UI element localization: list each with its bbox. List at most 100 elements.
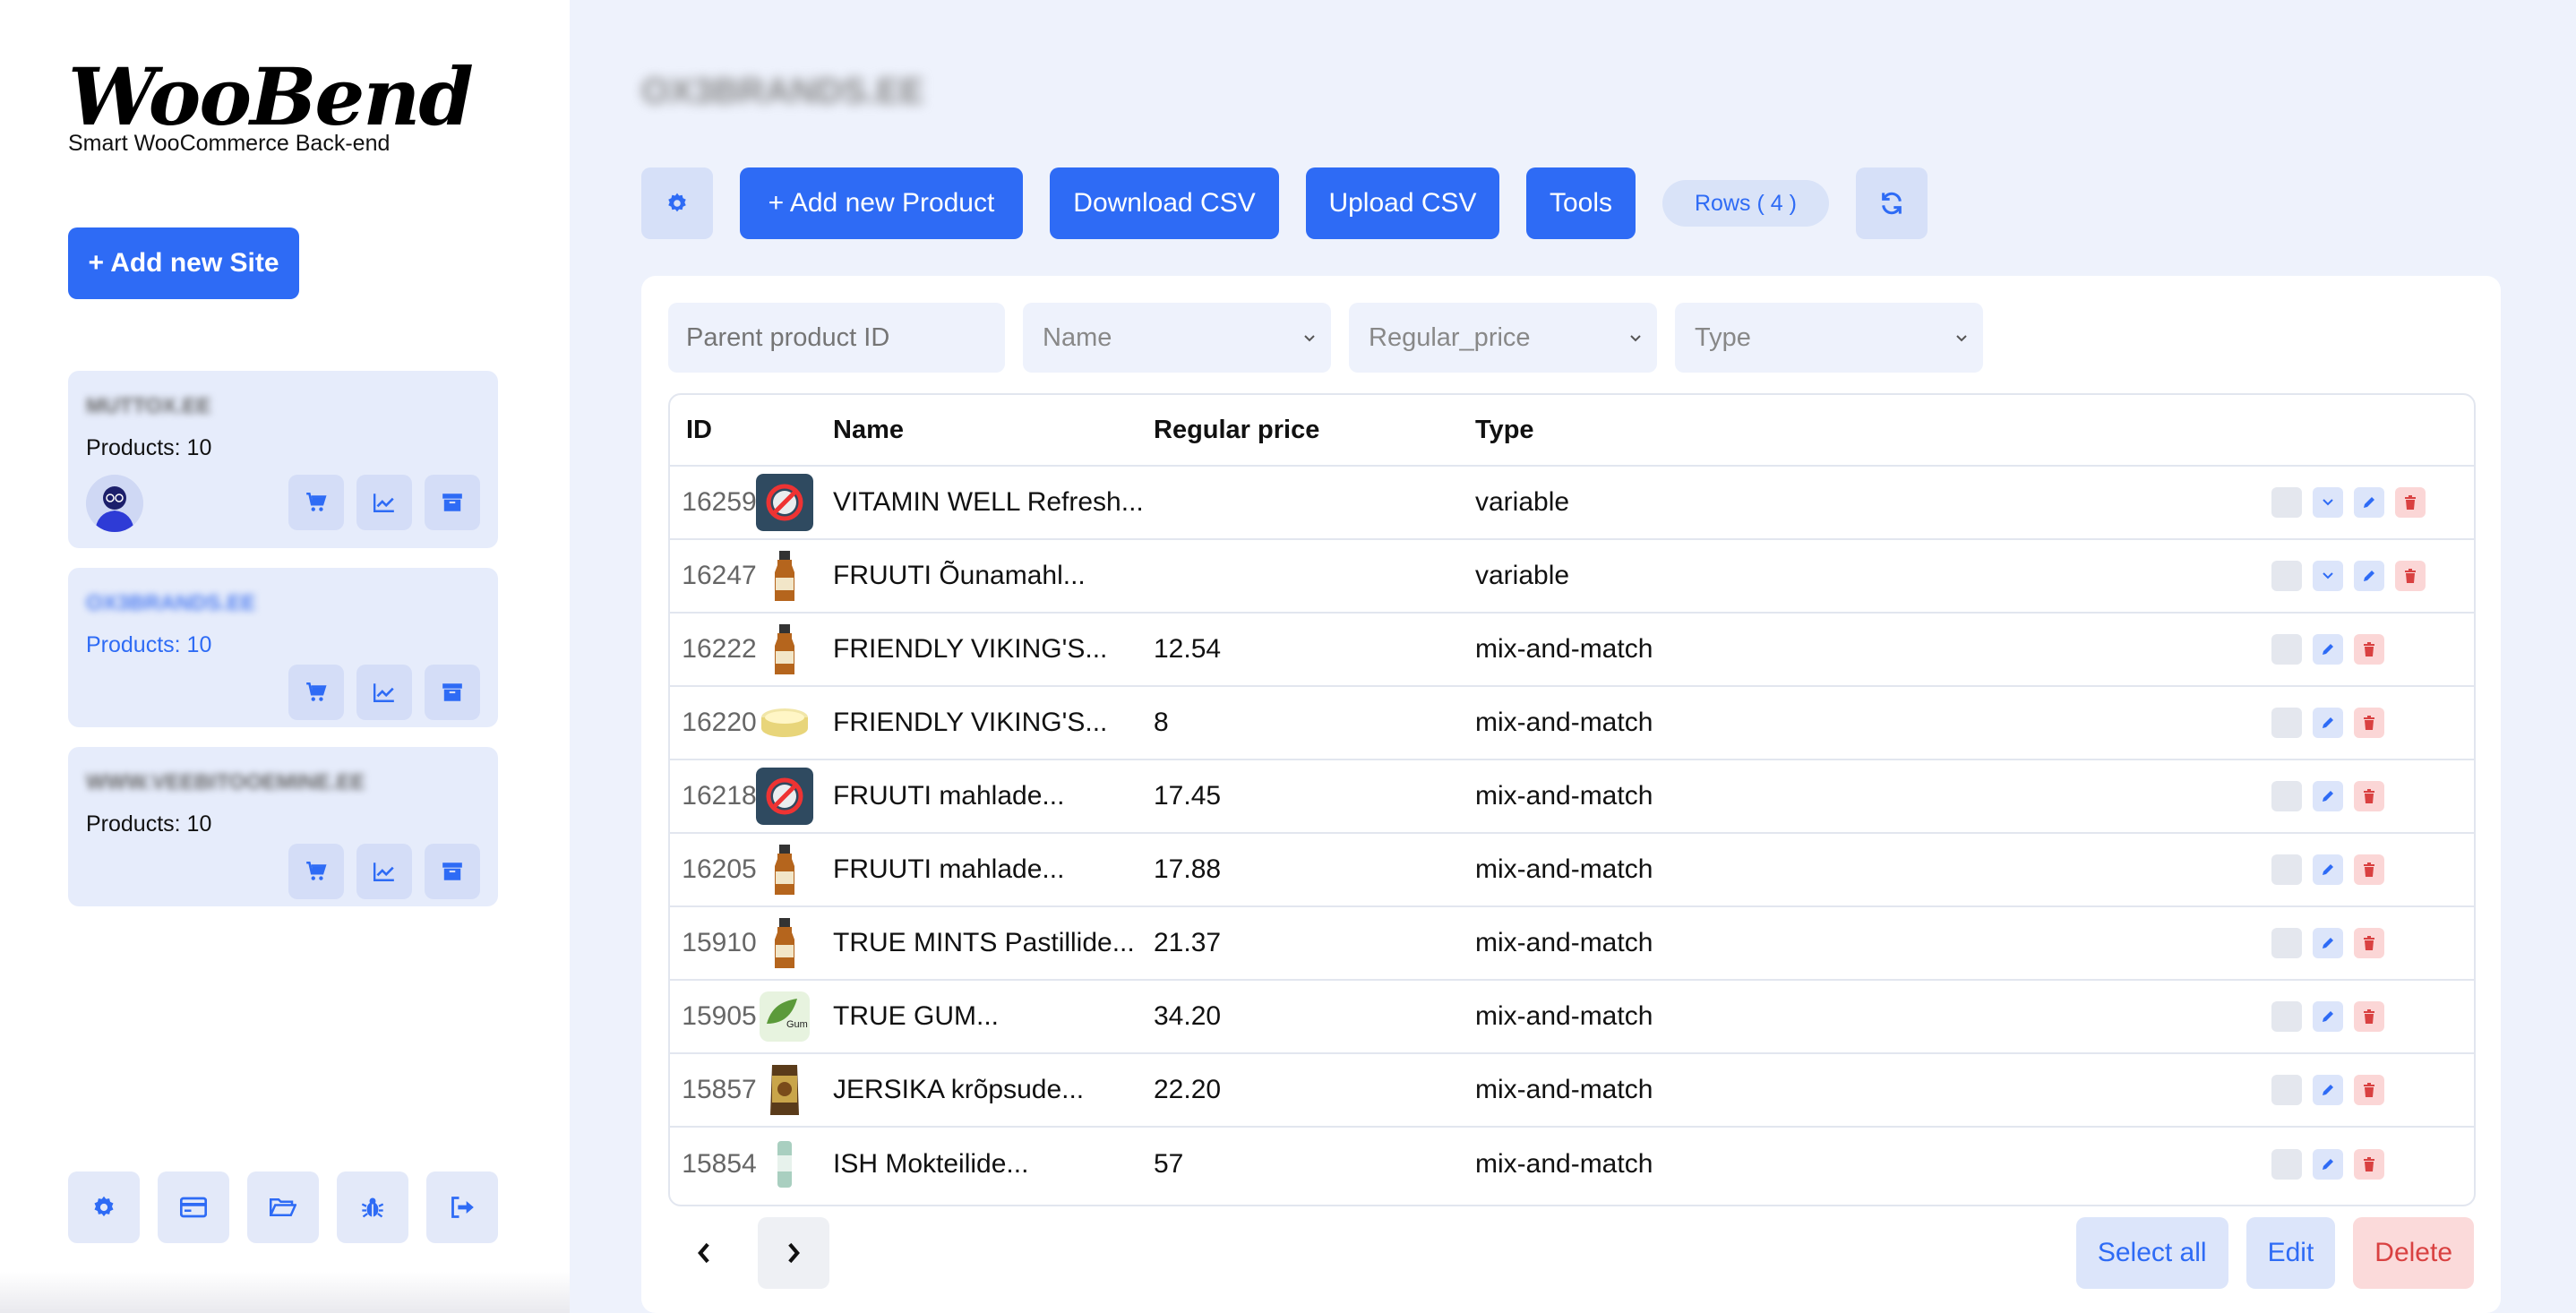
credit-card-icon[interactable]: [158, 1171, 229, 1243]
delete-row-button[interactable]: [2354, 854, 2384, 885]
table-row[interactable]: 16218 FRUUTI mahlade... 17.45 mix-and-ma…: [670, 760, 2474, 834]
expand-variations-button[interactable]: [2313, 487, 2343, 518]
archive-icon[interactable]: [425, 844, 480, 899]
edit-row-button[interactable]: [2354, 561, 2384, 591]
row-checkbox[interactable]: [2271, 634, 2302, 665]
edit-row-button[interactable]: [2313, 928, 2343, 958]
table-row[interactable]: 15910 TRUE MINTS Pastillide... 21.37 mix…: [670, 907, 2474, 981]
edit-row-button[interactable]: [2354, 487, 2384, 518]
row-checkbox[interactable]: [2271, 561, 2302, 591]
delete-row-button[interactable]: [2354, 708, 2384, 738]
bulk-edit-button[interactable]: Edit: [2245, 1217, 2336, 1289]
cell-price[interactable]: 12.54: [1154, 634, 1221, 665]
download-csv-button[interactable]: Download CSV: [1050, 167, 1279, 239]
cell-name[interactable]: TRUE MINTS Pastillide...: [833, 928, 1135, 958]
row-checkbox[interactable]: [2271, 487, 2302, 518]
row-checkbox[interactable]: [2271, 781, 2302, 811]
add-site-button[interactable]: + Add new Site: [68, 227, 299, 299]
delete-row-button[interactable]: [2395, 487, 2426, 518]
row-checkbox[interactable]: [2271, 708, 2302, 738]
row-actions: [2271, 1149, 2384, 1180]
delete-row-button[interactable]: [2354, 928, 2384, 958]
rows-per-page-badge[interactable]: Rows ( 4 ): [1662, 180, 1829, 227]
edit-row-button[interactable]: [2313, 708, 2343, 738]
column-header-name[interactable]: Name: [833, 416, 904, 445]
gear-icon[interactable]: [68, 1171, 140, 1243]
previous-page-button[interactable]: [668, 1217, 740, 1289]
delete-row-button[interactable]: [2354, 781, 2384, 811]
upload-csv-button[interactable]: Upload CSV: [1306, 167, 1499, 239]
edit-row-button[interactable]: [2313, 1075, 2343, 1105]
table-row[interactable]: 16220 FRIENDLY VIKING'S... 8 mix-and-mat…: [670, 687, 2474, 760]
row-checkbox[interactable]: [2271, 1149, 2302, 1180]
edit-row-button[interactable]: [2313, 781, 2343, 811]
column-header-type[interactable]: Type: [1475, 416, 1534, 445]
edit-row-button[interactable]: [2313, 634, 2343, 665]
table-row[interactable]: 16247 FRUUTI Õunamahl... variable: [670, 540, 2474, 614]
delete-row-button[interactable]: [2354, 634, 2384, 665]
chart-line-icon[interactable]: [356, 844, 412, 899]
row-checkbox[interactable]: [2271, 1075, 2302, 1105]
cell-price[interactable]: 34.20: [1154, 1001, 1221, 1032]
cell-price[interactable]: 57: [1154, 1149, 1183, 1180]
cell-name[interactable]: FRIENDLY VIKING'S...: [833, 634, 1107, 665]
column-header-price[interactable]: Regular price: [1154, 416, 1319, 445]
column-header-id[interactable]: ID: [686, 416, 712, 445]
settings-button[interactable]: [641, 167, 713, 239]
cell-name[interactable]: JERSIKA krõpsude...: [833, 1075, 1084, 1105]
delete-row-button[interactable]: [2354, 1075, 2384, 1105]
cell-name[interactable]: FRUUTI Õunamahl...: [833, 561, 1086, 591]
name-filter-select[interactable]: Name: [1023, 303, 1331, 373]
site-card[interactable]: MUTTOX.EE Products: 10: [68, 371, 498, 548]
folder-open-icon[interactable]: [247, 1171, 319, 1243]
tools-button[interactable]: Tools: [1526, 167, 1636, 239]
cell-name[interactable]: FRUUTI mahlade...: [833, 854, 1064, 885]
cart-icon[interactable]: [288, 844, 344, 899]
row-checkbox[interactable]: [2271, 1001, 2302, 1032]
cell-name[interactable]: ISH Mokteilide...: [833, 1149, 1028, 1180]
cell-name[interactable]: VITAMIN WELL Refresh...: [833, 487, 1144, 518]
table-row[interactable]: 16222 FRIENDLY VIKING'S... 12.54 mix-and…: [670, 614, 2474, 687]
logout-icon[interactable]: [426, 1171, 498, 1243]
add-product-button[interactable]: + Add new Product: [740, 167, 1023, 239]
expand-variations-button[interactable]: [2313, 561, 2343, 591]
cell-price[interactable]: 8: [1154, 708, 1169, 738]
delete-row-button[interactable]: [2395, 561, 2426, 591]
refresh-button[interactable]: [1855, 167, 1928, 239]
cart-icon[interactable]: [288, 665, 344, 720]
edit-row-button[interactable]: [2313, 1149, 2343, 1180]
cell-price[interactable]: 21.37: [1154, 928, 1221, 958]
chevron-left-icon: [698, 1242, 709, 1264]
parent-id-input[interactable]: [668, 303, 1005, 373]
select-all-button[interactable]: Select all: [2075, 1217, 2228, 1289]
archive-icon[interactable]: [425, 475, 480, 530]
table-row[interactable]: 15854 ISH Mokteilide... 57 mix-and-match: [670, 1128, 2474, 1201]
edit-row-button[interactable]: [2313, 1001, 2343, 1032]
price-filter-select[interactable]: Regular_price: [1349, 303, 1657, 373]
delete-row-button[interactable]: [2354, 1001, 2384, 1032]
bug-icon[interactable]: [337, 1171, 408, 1243]
chart-line-icon[interactable]: [356, 475, 412, 530]
site-card[interactable]: OX3BRANDS.EE Products: 10: [68, 568, 498, 727]
site-card[interactable]: WWW.VEEBITOOEMINE.EE Products: 10: [68, 747, 498, 906]
row-checkbox[interactable]: [2271, 928, 2302, 958]
delete-row-button[interactable]: [2354, 1149, 2384, 1180]
cell-name[interactable]: FRIENDLY VIKING'S...: [833, 708, 1107, 738]
cart-icon[interactable]: [288, 475, 344, 530]
table-row[interactable]: 15857 JERSIKA krõpsude... 22.20 mix-and-…: [670, 1054, 2474, 1128]
bulk-delete-button[interactable]: Delete: [2353, 1217, 2474, 1289]
cell-price[interactable]: 17.45: [1154, 781, 1221, 811]
cell-price[interactable]: 17.88: [1154, 854, 1221, 885]
edit-row-button[interactable]: [2313, 854, 2343, 885]
cell-price[interactable]: 22.20: [1154, 1075, 1221, 1105]
archive-icon[interactable]: [425, 665, 480, 720]
table-row[interactable]: 15905 Gum TRUE GUM... 34.20 mix-and-matc…: [670, 981, 2474, 1054]
cell-name[interactable]: FRUUTI mahlade...: [833, 781, 1064, 811]
cell-name[interactable]: TRUE GUM...: [833, 1001, 999, 1032]
table-row[interactable]: 16205 FRUUTI mahlade... 17.88 mix-and-ma…: [670, 834, 2474, 907]
type-filter-select[interactable]: Type: [1675, 303, 1983, 373]
table-row[interactable]: 16259 VITAMIN WELL Refresh... variable: [670, 467, 2474, 540]
chart-line-icon[interactable]: [356, 665, 412, 720]
next-page-button[interactable]: [758, 1217, 829, 1289]
row-checkbox[interactable]: [2271, 854, 2302, 885]
